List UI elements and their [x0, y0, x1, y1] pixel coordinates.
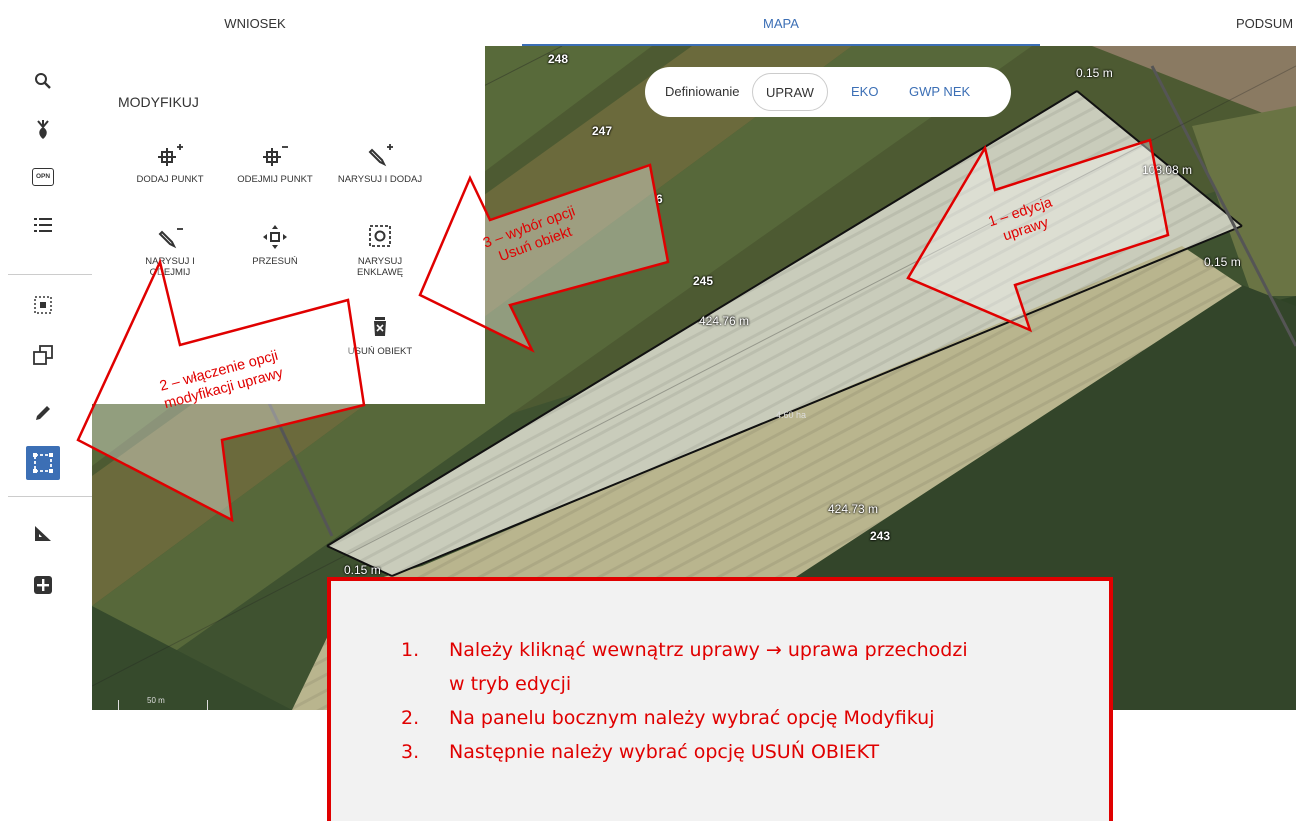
tab-podsumowanie[interactable]: PODSUM — [1236, 0, 1296, 46]
draw-subtract-icon — [158, 228, 183, 249]
instruction-list: 1. Należy kliknąć wewnątrz uprawy → upraw… — [401, 633, 989, 769]
distance-label: 0.15 m — [1204, 255, 1241, 269]
copy-icon[interactable] — [26, 338, 60, 372]
add-point-icon — [158, 144, 183, 166]
search-icon[interactable] — [26, 64, 60, 98]
definiowanie-label: Definiowanie — [665, 84, 740, 99]
length-label: 424.76 m — [699, 314, 750, 328]
option-gwp-nek[interactable]: GWP NEK — [909, 67, 970, 117]
select-area-icon[interactable] — [26, 288, 60, 322]
tab-mapa[interactable]: MAPA — [522, 0, 1040, 46]
tool-draw-add[interactable]: NARYSUJ I DODAJ — [335, 142, 425, 185]
measure-icon[interactable] — [26, 516, 60, 550]
remove-point-icon — [263, 146, 288, 166]
tool-draw-enclave[interactable]: NARYSUJ ENKLAWĘ — [335, 224, 425, 278]
option-eko[interactable]: EKO — [851, 67, 878, 117]
delete-object-icon — [374, 317, 386, 336]
definiowanie-switch: Definiowanie UPRAW EKO GWP NEK — [645, 67, 1011, 117]
length-label: 108.08 m — [1142, 163, 1193, 177]
sidebar-divider — [8, 274, 92, 275]
panel-title: MODYFIKUJ — [118, 94, 199, 110]
tool-remove-point[interactable]: ODEJMIJ PUNKT — [230, 142, 320, 185]
list-item: 3. Następnie należy wybrać opcję USUŃ OBI… — [401, 741, 880, 763]
sidebar: OPN — [0, 46, 92, 821]
enclave-icon — [369, 225, 391, 247]
distance-label: 0.15 m — [344, 563, 381, 577]
parcel-label: 6 — [656, 192, 663, 206]
move-icon — [263, 225, 287, 249]
tab-wniosek[interactable]: WNIOSEK — [200, 0, 310, 46]
tool-move[interactable]: PRZESUŃ — [230, 224, 320, 267]
parcel-label: 248 — [548, 52, 569, 66]
area-label: 4.60 ha — [776, 410, 807, 420]
list-item: 1. Należy kliknąć wewnątrz uprawy → upraw… — [401, 639, 968, 695]
parcel-label: 247 — [592, 124, 613, 138]
parcel-label: 245 — [693, 274, 714, 288]
draw-add-icon — [368, 144, 393, 167]
plant-icon[interactable] — [26, 112, 60, 146]
list-icon[interactable] — [26, 208, 60, 242]
distance-label: 0.15 m — [1076, 66, 1113, 80]
modify-panel: MODYFIKUJ DODAJ PUNKT ODEJMIJ PUNKT NARY… — [92, 46, 485, 404]
add-icon[interactable] — [26, 568, 60, 602]
instruction-box: 1. Należy kliknąć wewnątrz uprawy → upraw… — [327, 577, 1113, 821]
sidebar-divider — [8, 496, 92, 497]
opn-icon[interactable]: OPN — [26, 160, 60, 194]
scale-bar: 50 m — [118, 696, 208, 710]
list-item: 2. Na panelu bocznym należy wybrać opcję … — [401, 707, 935, 729]
scale-label: 50 m — [147, 696, 165, 705]
option-upraw[interactable]: UPRAW — [752, 73, 828, 111]
length-label: 424.73 m — [828, 502, 879, 516]
top-navigation: WNIOSEK MAPA PODSUM — [0, 0, 1296, 46]
pencil-icon[interactable] — [26, 396, 60, 430]
tool-draw-subtract[interactable]: NARYSUJ I ODEJMIJ — [125, 224, 215, 278]
modify-icon[interactable] — [26, 446, 60, 480]
tool-add-point[interactable]: DODAJ PUNKT — [125, 142, 215, 185]
tool-delete-object[interactable]: USUŃ OBIEKT — [335, 314, 425, 357]
parcel-label: 243 — [870, 529, 891, 543]
